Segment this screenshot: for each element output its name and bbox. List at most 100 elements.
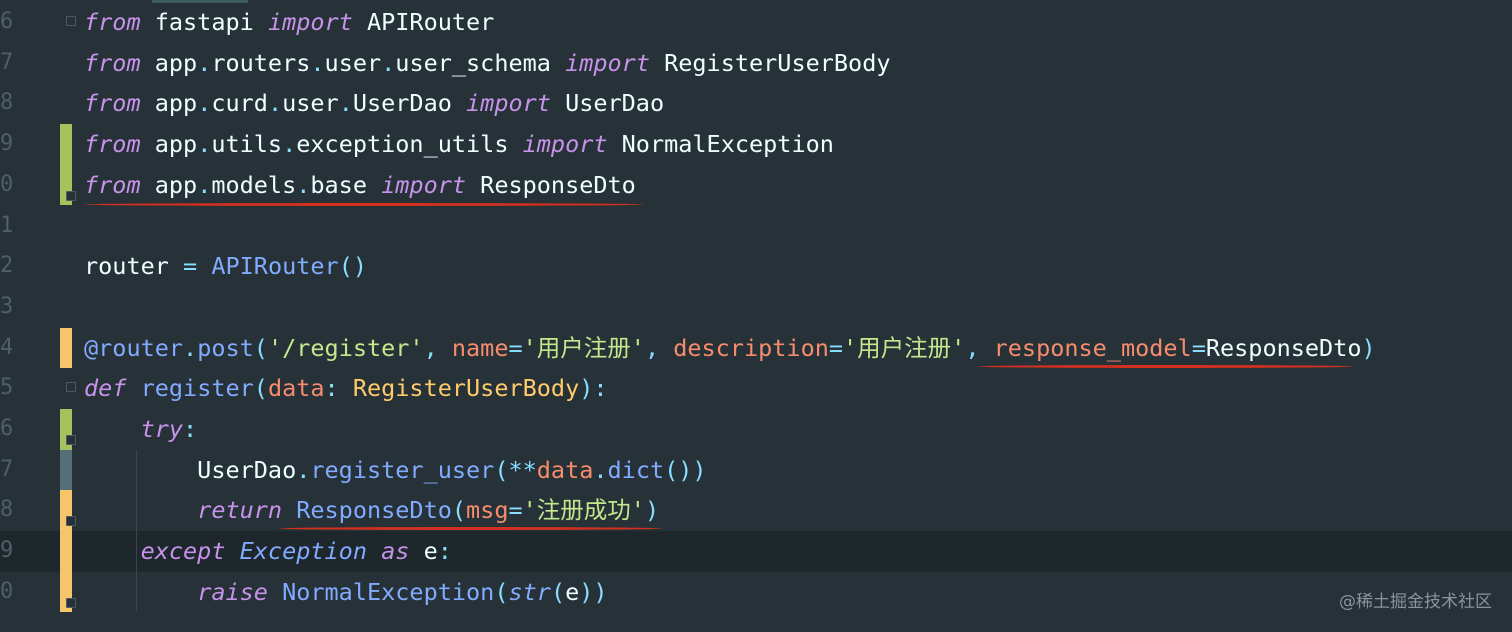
code-line[interactable]: 6 try: <box>0 409 1512 450</box>
code-token: router <box>84 252 184 281</box>
fold-toggle-icon[interactable] <box>66 516 76 527</box>
line-number: 7 <box>0 49 14 75</box>
code-text[interactable]: from app.curd.user.UserDao import UserDa… <box>84 83 664 124</box>
indent-guide <box>136 570 137 612</box>
code-token: ResponseDto <box>466 170 636 199</box>
code-token: app <box>140 48 198 77</box>
code-line[interactable]: 8 return ResponseDto(msg='注册成功') <box>0 490 1512 532</box>
vcs-change-marker[interactable] <box>60 124 72 165</box>
code-text[interactable]: def register(data: RegisterUserBody): <box>84 368 608 409</box>
fold-toggle-icon[interactable] <box>66 382 76 393</box>
code-token: str <box>508 577 551 606</box>
vcs-change-marker[interactable] <box>60 449 72 491</box>
code-text[interactable]: from app.utils.exception_utils import No… <box>84 124 834 165</box>
line-number: 4 <box>0 334 14 360</box>
code-token: ( <box>550 577 566 606</box>
code-token: . <box>310 48 325 77</box>
code-token: UserDao <box>550 89 665 118</box>
code-line[interactable]: 1 <box>0 206 1512 247</box>
line-number: 9 <box>0 131 14 157</box>
code-text[interactable]: from fastapi import APIRouter <box>84 2 494 43</box>
line-number: 8 <box>0 497 14 523</box>
code-token: RegisterUserBody <box>649 48 891 77</box>
line-number: 7 <box>0 456 14 482</box>
code-text[interactable]: UserDao.register_user(**data.dict()) <box>84 450 706 491</box>
code-token: import <box>565 48 650 77</box>
code-token: utils <box>211 130 283 159</box>
line-number: 5 <box>0 375 14 401</box>
code-text[interactable]: raise NormalException(str(e)) <box>84 572 608 613</box>
code-token: . <box>197 130 212 159</box>
code-token: import <box>267 8 353 36</box>
code-token: data <box>536 455 594 484</box>
code-token: models <box>211 170 297 199</box>
code-editor[interactable]: 6 from fastapi import APIRouter 7 from app.… <box>0 0 1512 632</box>
code-token: NormalException <box>282 577 495 606</box>
code-token: = <box>183 252 198 281</box>
code-token: ): <box>579 374 608 403</box>
code-token: post <box>197 333 254 362</box>
code-text[interactable]: return ResponseDto(msg='注册成功') <box>84 490 659 531</box>
code-line[interactable]: 4 @router.post('/register', name='用户注册', … <box>0 327 1512 369</box>
vcs-change-marker[interactable] <box>60 531 72 572</box>
code-line[interactable]: 9 from app.utils.exception_utils import N… <box>0 124 1512 165</box>
code-token: = <box>508 333 523 362</box>
code-token: ( <box>253 333 268 362</box>
code-text[interactable]: try: <box>84 409 198 450</box>
code-token: = <box>828 333 844 362</box>
line-number: 0 <box>0 578 14 604</box>
code-token: exception_utils <box>296 130 523 159</box>
code-token: . <box>197 89 212 118</box>
code-line[interactable]: 2 router = APIRouter() <box>0 246 1512 287</box>
code-line[interactable]: 6 from fastapi import APIRouter <box>0 2 1512 43</box>
code-token: APIRouter <box>352 8 495 36</box>
line-number: 2 <box>0 253 14 279</box>
code-token: data <box>267 374 325 403</box>
code-token: . <box>296 170 311 199</box>
code-token: . <box>593 455 608 484</box>
code-line[interactable]: 7 UserDao.register_user(**data.dict()) <box>0 449 1512 491</box>
code-token: . <box>338 89 353 118</box>
vcs-change-marker[interactable] <box>60 327 72 369</box>
code-token: ResponseDto <box>1205 333 1362 362</box>
code-token: from <box>84 170 141 199</box>
line-number: 6 <box>0 416 14 441</box>
code-line[interactable]: 8 from app.curd.user.UserDao import UserD… <box>0 83 1512 124</box>
code-token: '用户注册' <box>843 333 966 362</box>
code-token: register <box>140 374 254 403</box>
line-number: 0 <box>0 171 14 197</box>
code-token: @router <box>84 333 184 362</box>
code-line[interactable]: 0 raise NormalException(str(e)) <box>0 571 1512 613</box>
code-text[interactable]: from app.routers.user.user_schema import… <box>84 43 891 84</box>
code-text[interactable]: @router.post('/register', name='用户注册', d… <box>84 328 1376 369</box>
fold-toggle-icon[interactable] <box>66 597 76 608</box>
code-text[interactable]: except Exception as e: <box>84 531 452 572</box>
fold-toggle-icon[interactable] <box>66 435 76 445</box>
code-token: register_user <box>310 455 495 484</box>
code-token: )) <box>579 577 608 606</box>
code-token: from <box>84 8 141 36</box>
code-token: () <box>338 252 367 281</box>
code-line[interactable]: 9 except Exception as e: <box>0 531 1512 572</box>
code-line[interactable]: 5 def register(data: RegisterUserBody): <box>0 368 1512 409</box>
code-token: : <box>324 374 353 403</box>
fold-toggle-icon[interactable] <box>66 16 76 26</box>
code-token: app <box>140 170 198 199</box>
code-text[interactable]: router = APIRouter() <box>84 246 367 287</box>
code-token: user_schema <box>395 48 566 77</box>
code-line[interactable]: 7 from app.routers.user.user_schema impor… <box>0 43 1512 84</box>
code-token: '注册成功' <box>522 496 645 525</box>
code-token: return <box>197 496 283 525</box>
code-token: dict <box>607 455 665 484</box>
code-token: , <box>965 333 994 362</box>
code-line[interactable]: 0 from app.models.base import ResponseDto <box>0 164 1512 206</box>
fold-toggle-icon[interactable] <box>66 190 76 201</box>
code-line[interactable]: 3 <box>0 287 1512 328</box>
watermark: @稀土掘金技术社区 <box>1339 592 1492 612</box>
code-token: as <box>381 537 410 566</box>
code-text[interactable]: from app.models.base import ResponseDto <box>84 165 636 206</box>
